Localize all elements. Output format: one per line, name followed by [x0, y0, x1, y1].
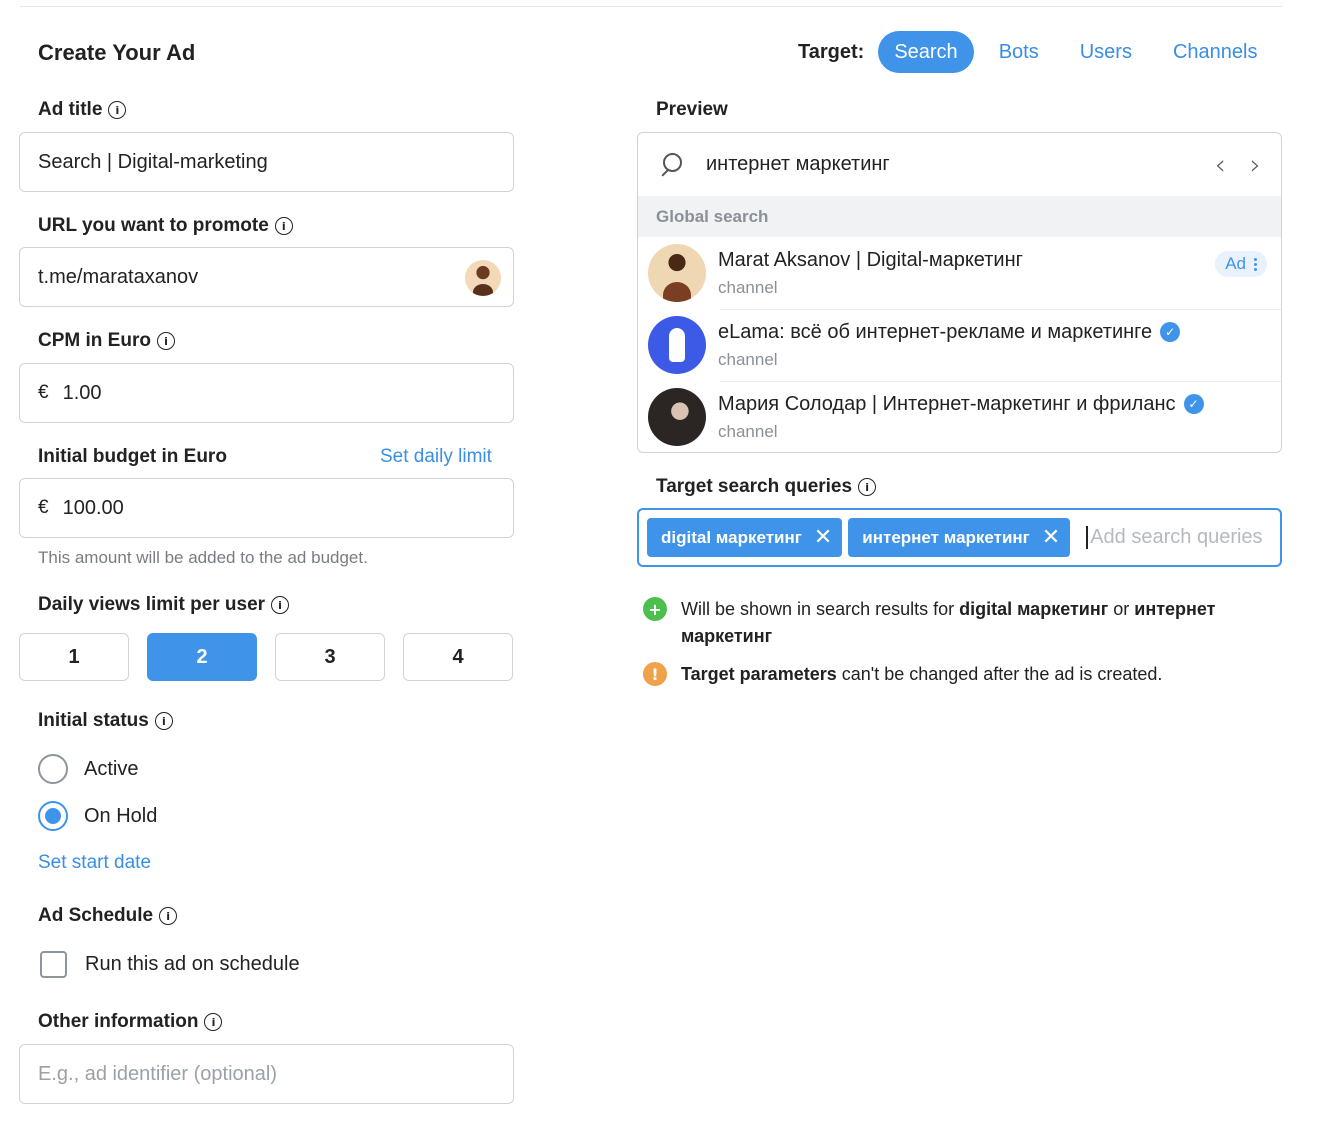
result-type: channel — [718, 421, 778, 441]
result-name: Мария Солодар | Интернет-маркетинг и фри… — [718, 393, 1204, 416]
result-type: channel — [718, 349, 778, 369]
target-selector: Target: Search Bots Users Channels — [798, 31, 1282, 73]
info-icon[interactable]: i — [858, 478, 877, 496]
tab-search[interactable]: Search — [878, 31, 974, 73]
plus-icon: + — [643, 597, 667, 621]
daily-views-option-1[interactable]: 1 — [19, 633, 129, 681]
tab-users[interactable]: Users — [1064, 31, 1148, 73]
preview-result-row: Мария Солодар | Интернет-маркетинг и фри… — [638, 381, 1281, 452]
schedule-checkbox-row[interactable]: Run this ad on schedule — [40, 951, 300, 978]
page-title: Create Your Ad — [38, 40, 196, 65]
schedule-checkbox[interactable] — [40, 951, 67, 978]
info-icon[interactable]: i — [156, 332, 175, 350]
chevron-left-icon[interactable]: ‹ — [1215, 148, 1226, 181]
avatar — [648, 244, 706, 302]
exclamation-icon: ! — [643, 662, 667, 686]
avatar — [648, 388, 706, 446]
url-label: URL you want to promote i — [38, 215, 293, 237]
daily-views-option-2[interactable]: 2 — [147, 633, 257, 681]
daily-views-label: Daily views limit per user i — [38, 594, 290, 616]
currency-symbol: € — [38, 382, 49, 403]
preview-result-row: Marat Aksanov | Digital-маркетинг channe… — [638, 237, 1281, 309]
other-info-input[interactable]: E.g., ad identifier (optional) — [19, 1044, 514, 1104]
info-icon[interactable]: i — [204, 1013, 223, 1031]
target-label: Target: — [798, 40, 865, 63]
result-name: eLama: всё об интернет-рекламе и маркети… — [718, 321, 1181, 344]
budget-hint: This amount will be added to the ad budg… — [38, 548, 368, 567]
query-input-placeholder[interactable]: Add search queries — [1086, 526, 1263, 549]
verified-icon: ✓ — [1183, 394, 1204, 414]
query-chip[interactable]: digital маркетинг ✕ — [647, 518, 843, 557]
preview-panel: интернет маркетинг ‹ › Global search Mar… — [637, 132, 1282, 453]
search-results-note: + Will be shown in search results for di… — [643, 596, 1263, 650]
preview-label: Preview — [656, 99, 728, 120]
tab-channels[interactable]: Channels — [1157, 31, 1274, 73]
cpm-input[interactable]: € 1.00 — [19, 363, 514, 423]
query-chip[interactable]: интернет маркетинг ✕ — [848, 518, 1071, 557]
preview-result-row: eLama: всё об интернет-рекламе и маркети… — [638, 309, 1281, 381]
close-icon[interactable]: ✕ — [814, 526, 832, 549]
ad-title-input[interactable]: Search | Digital-marketing — [19, 132, 514, 192]
url-input[interactable]: t.me/marataxanov — [19, 247, 514, 307]
preview-query: интернет маркетинг — [706, 153, 890, 175]
verified-icon: ✓ — [1160, 322, 1181, 342]
target-queries-label: Target search queries i — [656, 476, 877, 498]
budget-label: Initial budget in Euro — [38, 446, 227, 467]
initial-status-label: Initial status i — [38, 710, 173, 732]
info-icon[interactable]: i — [154, 712, 173, 730]
top-divider — [20, 6, 1282, 7]
radio-unchecked-icon[interactable] — [38, 754, 68, 784]
daily-views-option-4[interactable]: 4 — [403, 633, 513, 681]
status-on-hold-radio[interactable]: On Hold — [38, 801, 157, 831]
channel-avatar — [465, 260, 501, 296]
preview-section-header: Global search — [638, 196, 1281, 237]
info-icon[interactable]: i — [108, 101, 127, 119]
ad-schedule-label: Ad Schedule i — [38, 905, 178, 927]
chevron-right-icon[interactable]: › — [1250, 148, 1261, 181]
daily-views-option-3[interactable]: 3 — [275, 633, 385, 681]
preview-search-bar: интернет маркетинг ‹ › — [638, 133, 1281, 196]
info-icon[interactable]: i — [271, 596, 290, 614]
other-info-label: Other information i — [38, 1011, 223, 1033]
set-daily-limit-link[interactable]: Set daily limit — [380, 446, 492, 468]
cpm-label: CPM in Euro i — [38, 330, 175, 352]
result-type: channel — [718, 277, 778, 297]
radio-checked-icon[interactable] — [38, 801, 68, 831]
info-icon[interactable]: i — [274, 217, 293, 235]
ad-title-label: Ad title i — [38, 99, 127, 121]
budget-input[interactable]: € 100.00 — [19, 478, 514, 538]
tab-bots[interactable]: Bots — [983, 31, 1055, 73]
result-name: Marat Aksanov | Digital-маркетинг — [718, 248, 1023, 271]
info-icon[interactable]: i — [159, 907, 178, 925]
avatar — [648, 316, 706, 374]
set-start-date-link[interactable]: Set start date — [38, 852, 151, 874]
currency-symbol: € — [38, 497, 49, 518]
search-icon — [658, 152, 682, 177]
close-icon[interactable]: ✕ — [1042, 526, 1060, 549]
search-queries-input[interactable]: digital маркетинг ✕ интернет маркетинг ✕… — [637, 508, 1282, 567]
status-active-radio[interactable]: Active — [38, 754, 138, 784]
target-params-warning: ! Target parameters can't be changed aft… — [643, 661, 1263, 688]
more-vertical-icon — [1254, 257, 1257, 271]
ad-badge[interactable]: Ad — [1215, 251, 1267, 277]
